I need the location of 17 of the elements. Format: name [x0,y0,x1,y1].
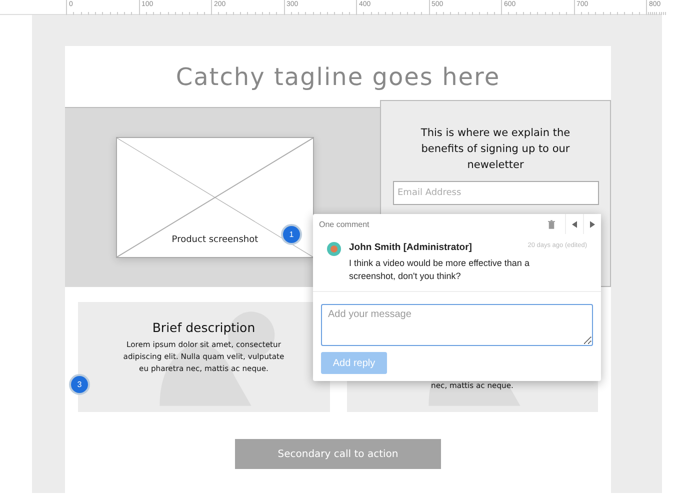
comment-count: One comment [319,220,370,228]
tagline: Catchy tagline goes here [174,62,502,92]
right-triangle-icon [590,220,595,228]
secondary-cta-button[interactable]: Secondary call to action [235,439,441,469]
newsletter-text: This is where we explain the benefits of signing up to our neweletter [420,126,572,173]
avatar-icon [327,242,341,256]
comment-author: John Smith [Administrator] [349,242,472,253]
delete-icon[interactable] [548,220,555,228]
next-button[interactable] [583,214,601,234]
comment-text: I think a video would be more effective than a screenshot, don't you think? [349,257,530,283]
email-field[interactable]: Email Address [392,181,598,205]
card-title: Brief description [152,320,256,335]
comment-marker[interactable]: 3 [69,374,90,395]
left-triangle-icon [572,220,577,228]
message-field[interactable]: Add your message [321,304,593,346]
image-caption: Product screenshot [170,235,260,245]
previous-button[interactable] [565,214,583,234]
